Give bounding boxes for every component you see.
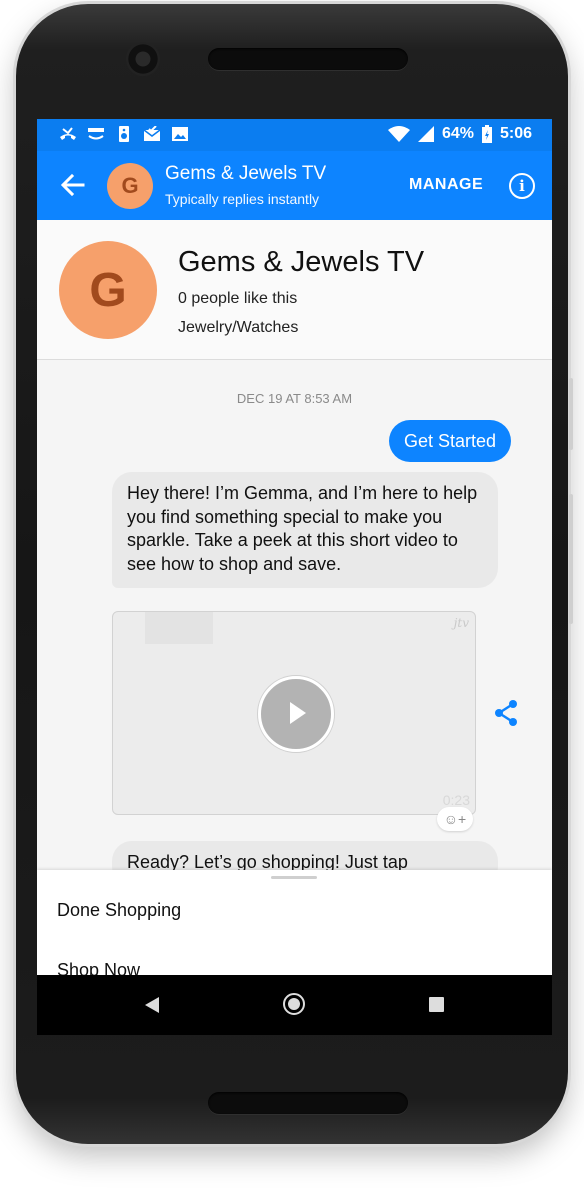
sent-message-bubble[interactable]: Get Started <box>389 420 512 462</box>
system-nav-bar <box>37 975 552 1035</box>
nav-home-icon[interactable] <box>283 993 305 1015</box>
received-message-bubble[interactable]: Hey there! I’m Gemma, and I’m here to he… <box>112 472 498 588</box>
page-name: Gems & Jewels TV <box>178 246 425 278</box>
play-icon[interactable] <box>258 676 334 752</box>
bottom-speaker <box>208 1092 408 1114</box>
video-duration: 0:23 <box>442 792 470 808</box>
screen: 64% 5:06 G Gems & Jewels TV Typically re… <box>37 119 552 1035</box>
conversation-header: G Gems & Jewels TV Typically replies ins… <box>37 151 552 220</box>
page-category: Jewelry/Watches <box>178 319 299 336</box>
front-camera <box>126 42 160 76</box>
amazon-icon <box>88 128 104 140</box>
page-likes: 0 people like this <box>178 290 298 307</box>
image-icon <box>172 127 188 141</box>
header-subtitle: Typically replies instantly <box>165 191 320 207</box>
volume-button <box>569 378 573 450</box>
signal-icon <box>417 126 434 142</box>
header-avatar[interactable]: G <box>107 163 153 209</box>
video-attachment[interactable]: jtv 0:23 <box>112 611 476 815</box>
sheet-drag-handle[interactable] <box>271 876 317 879</box>
nav-back-icon[interactable] <box>145 997 159 1013</box>
message-timestamp: DEC 19 AT 8:53 AM <box>236 391 353 406</box>
info-icon[interactable]: i <box>509 173 535 199</box>
page-avatar: G <box>59 241 157 339</box>
mail-check-icon <box>143 126 161 141</box>
top-speaker <box>208 48 408 70</box>
clock: 5:06 <box>499 125 532 142</box>
speaker-icon <box>119 126 129 142</box>
status-bar: 64% 5:06 <box>37 119 552 151</box>
add-reaction-icon[interactable]: ☺+ <box>437 807 473 831</box>
video-thumbnail-block <box>145 612 213 644</box>
quick-replies-sheet: Done Shopping Shop Now <box>37 870 552 980</box>
video-logo: jtv <box>453 616 469 630</box>
nav-recents-icon[interactable] <box>429 997 444 1012</box>
share-icon[interactable] <box>493 699 519 727</box>
back-arrow-icon[interactable] <box>59 171 85 199</box>
missed-call-icon <box>60 127 76 140</box>
manage-button[interactable]: MANAGE <box>409 176 483 194</box>
wifi-icon <box>387 126 410 142</box>
battery-icon <box>481 125 492 143</box>
quick-reply-done-shopping[interactable]: Done Shopping <box>57 900 181 921</box>
battery-percent: 64% <box>441 125 474 142</box>
header-title: Gems & Jewels TV <box>165 163 327 184</box>
page-info-card: G Gems & Jewels TV 0 people like this Je… <box>37 220 552 360</box>
power-button <box>569 494 573 624</box>
